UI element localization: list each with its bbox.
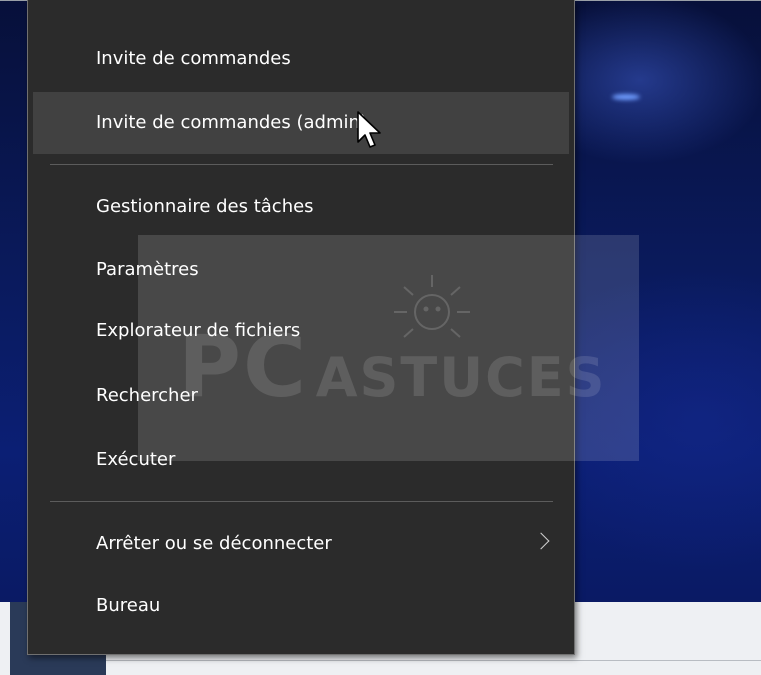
wallpaper-light <box>612 94 640 100</box>
menu-item-search[interactable]: Rechercher <box>33 365 569 427</box>
menu-item-shutdown-signout[interactable]: Arrêter ou se déconnecter <box>33 513 569 575</box>
menu-item-label: Invite de commandes (admin) <box>96 112 367 133</box>
menu-item-label: Rechercher <box>96 385 198 406</box>
menu-separator <box>50 501 553 502</box>
divider <box>106 660 761 661</box>
menu-item-run[interactable]: Exécuter <box>33 429 569 491</box>
mouse-cursor-icon <box>357 111 381 148</box>
menu-item-file-explorer[interactable]: Explorateur de fichiers <box>33 300 569 362</box>
screen: Invite de commandes Invite de commandes … <box>0 0 761 675</box>
menu-item-settings[interactable]: Paramètres <box>33 239 569 301</box>
menu-item-label: Bureau <box>96 595 161 616</box>
menu-item-task-manager[interactable]: Gestionnaire des tâches <box>33 176 569 238</box>
power-user-menu: Invite de commandes Invite de commandes … <box>27 0 575 655</box>
menu-item-label: Paramètres <box>96 259 199 280</box>
menu-item-desktop[interactable]: Bureau <box>33 575 569 637</box>
menu-item-label: Gestionnaire des tâches <box>96 196 314 217</box>
menu-item-command-prompt-admin[interactable]: Invite de commandes (admin) <box>33 92 569 154</box>
menu-item-label: Arrêter ou se déconnecter <box>96 533 332 554</box>
menu-item-command-prompt[interactable]: Invite de commandes <box>33 28 569 90</box>
menu-item-label: Invite de commandes <box>96 48 291 69</box>
menu-separator <box>50 164 553 165</box>
chevron-right-icon <box>532 532 550 550</box>
menu-item-label: Exécuter <box>96 449 176 470</box>
menu-item-label: Explorateur de fichiers <box>96 320 301 341</box>
